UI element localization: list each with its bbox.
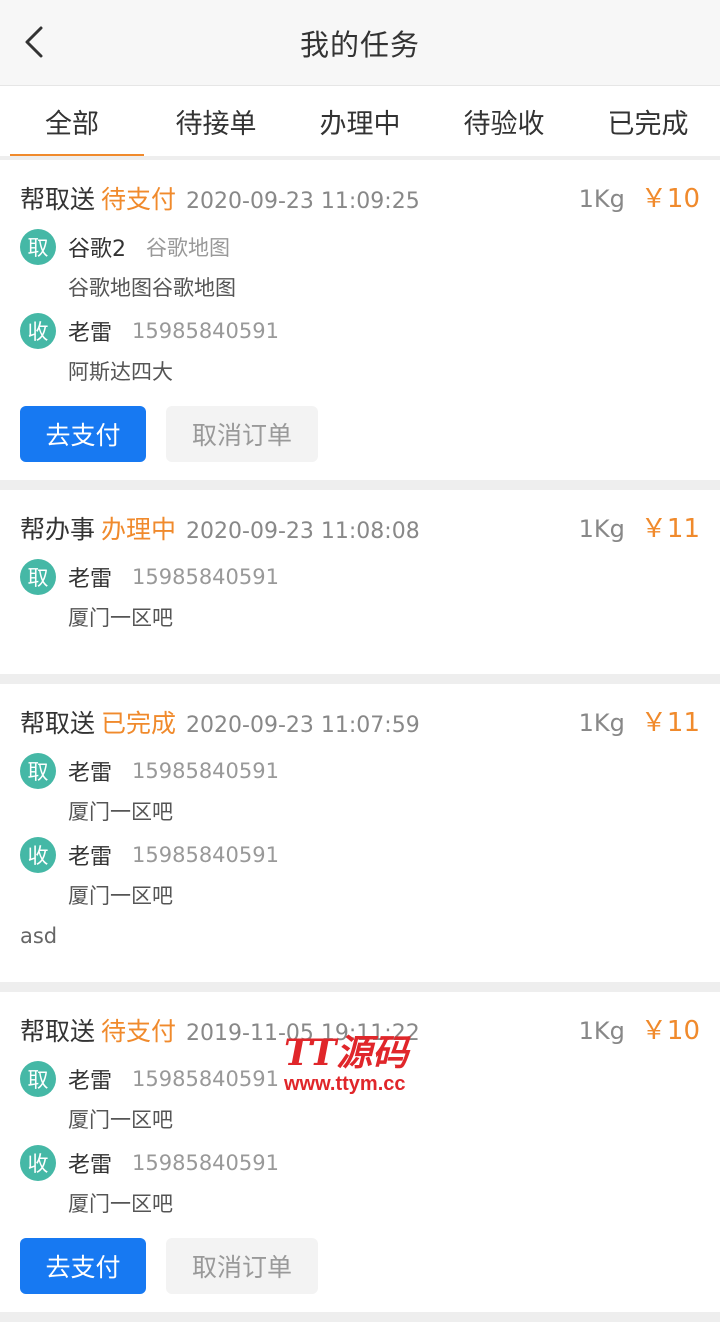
task-actions: 去支付 取消订单: [20, 406, 700, 462]
task-status: 待支付: [101, 1017, 177, 1046]
pickup-row: 取 老雷 15985840591: [20, 1058, 700, 1100]
receive-name: 老雷: [68, 1153, 113, 1178]
tab-pending-check[interactable]: 待验收: [432, 86, 576, 156]
pickup-detail: 厦门一区吧: [68, 800, 173, 824]
pickup-name: 老雷: [68, 567, 113, 592]
task-status: 办理中: [101, 515, 177, 544]
pickup-row: 取 谷歌2 谷歌地图: [20, 226, 700, 268]
task-remark: asd: [20, 924, 58, 948]
task-card[interactable]: 帮办事 办理中 2020-09-23 11:08:08 1Kg ￥11 取 老雷…: [0, 490, 720, 674]
pickup-phone: 15985840591: [132, 1067, 279, 1091]
receive-row: 收 老雷 15985840591: [20, 1142, 700, 1184]
task-type: 帮取送: [20, 1017, 96, 1046]
tab-pending-accept[interactable]: 待接单: [144, 86, 288, 156]
pickup-badge: 取: [20, 559, 56, 595]
receive-name: 老雷: [68, 845, 113, 870]
tab-completed[interactable]: 已完成: [576, 86, 720, 156]
task-meta: 1Kg ￥10: [579, 178, 700, 215]
cancel-order-button[interactable]: 取消订单: [166, 406, 318, 462]
task-card[interactable]: 帮取送 待支付 2019-11-05 19:11:22 1Kg ￥10 取 老雷…: [0, 992, 720, 1312]
task-list: 帮取送 待支付 2020-09-23 11:09:25 1Kg ￥10 取 谷歌…: [0, 160, 720, 1322]
pickup-phone: 15985840591: [132, 759, 279, 783]
receive-phone: 15985840591: [132, 1151, 279, 1175]
status-tabs: 全部 待接单 办理中 待验收 已完成: [0, 86, 720, 156]
task-meta: 1Kg ￥10: [579, 1010, 700, 1047]
app-header: 我的任务: [0, 0, 720, 86]
tab-all[interactable]: 全部: [0, 86, 144, 156]
pickup-name: 老雷: [68, 1069, 113, 1094]
receive-detail: 厦门一区吧: [68, 1192, 173, 1216]
page-title: 我的任务: [299, 27, 420, 62]
cancel-order-button[interactable]: 取消订单: [166, 1238, 318, 1294]
task-type: 帮取送: [20, 709, 96, 738]
task-price: ￥10: [640, 1016, 700, 1046]
task-card[interactable]: 帮取送 待支付 2020-09-23 11:09:25 1Kg ￥10 取 谷歌…: [0, 160, 720, 480]
task-price: ￥11: [640, 514, 700, 544]
pickup-name: 谷歌2: [68, 237, 126, 262]
pickup-name: 老雷: [68, 761, 113, 786]
task-type: 帮办事: [20, 515, 96, 544]
receive-badge: 收: [20, 837, 56, 873]
receive-row: 收 老雷 15985840591: [20, 834, 700, 876]
receive-phone: 15985840591: [132, 319, 279, 343]
task-weight: 1Kg: [578, 709, 625, 737]
pickup-detail: 厦门一区吧: [68, 606, 173, 630]
task-weight: 1Kg: [578, 1017, 625, 1045]
receive-name: 老雷: [68, 321, 113, 346]
task-status: 已完成: [101, 709, 177, 738]
task-time: 2020-09-23 11:09:25: [186, 189, 420, 214]
pickup-detail: 厦门一区吧: [68, 1108, 173, 1132]
task-type: 帮取送: [20, 185, 96, 214]
back-button[interactable]: [14, 22, 54, 62]
task-price: ￥11: [640, 708, 700, 738]
receive-detail: 阿斯达四大: [68, 360, 173, 384]
task-price: ￥10: [640, 184, 700, 214]
pickup-sub: 谷歌地图: [146, 236, 230, 260]
pickup-detail: 谷歌地图谷歌地图: [68, 276, 236, 300]
receive-row: 收 老雷 15985840591: [20, 310, 700, 352]
chevron-left-icon: [25, 26, 43, 58]
pay-button[interactable]: 去支付: [20, 1238, 146, 1294]
task-actions: 去支付 取消订单: [20, 1238, 700, 1294]
receive-badge: 收: [20, 1145, 56, 1181]
task-weight: 1Kg: [578, 515, 625, 543]
pickup-badge: 取: [20, 229, 56, 265]
pickup-badge: 取: [20, 1061, 56, 1097]
pickup-badge: 取: [20, 753, 56, 789]
receive-phone: 15985840591: [132, 843, 279, 867]
task-status: 待支付: [101, 185, 177, 214]
pay-button[interactable]: 去支付: [20, 406, 146, 462]
task-weight: 1Kg: [578, 185, 625, 213]
task-card[interactable]: 帮取送 已完成 2020-09-23 11:07:59 1Kg ￥11 取 老雷…: [0, 684, 720, 982]
task-meta: 1Kg ￥11: [579, 508, 700, 545]
pickup-phone: 15985840591: [132, 565, 279, 589]
pickup-row: 取 老雷 15985840591: [20, 556, 700, 598]
task-time: 2020-09-23 11:08:08: [186, 519, 420, 544]
receive-detail: 厦门一区吧: [68, 884, 173, 908]
task-time: 2020-09-23 11:07:59: [186, 713, 420, 738]
task-meta: 1Kg ￥11: [579, 702, 700, 739]
task-time: 2019-11-05 19:11:22: [186, 1021, 420, 1046]
tab-in-progress[interactable]: 办理中: [288, 86, 432, 156]
receive-badge: 收: [20, 313, 56, 349]
pickup-row: 取 老雷 15985840591: [20, 750, 700, 792]
